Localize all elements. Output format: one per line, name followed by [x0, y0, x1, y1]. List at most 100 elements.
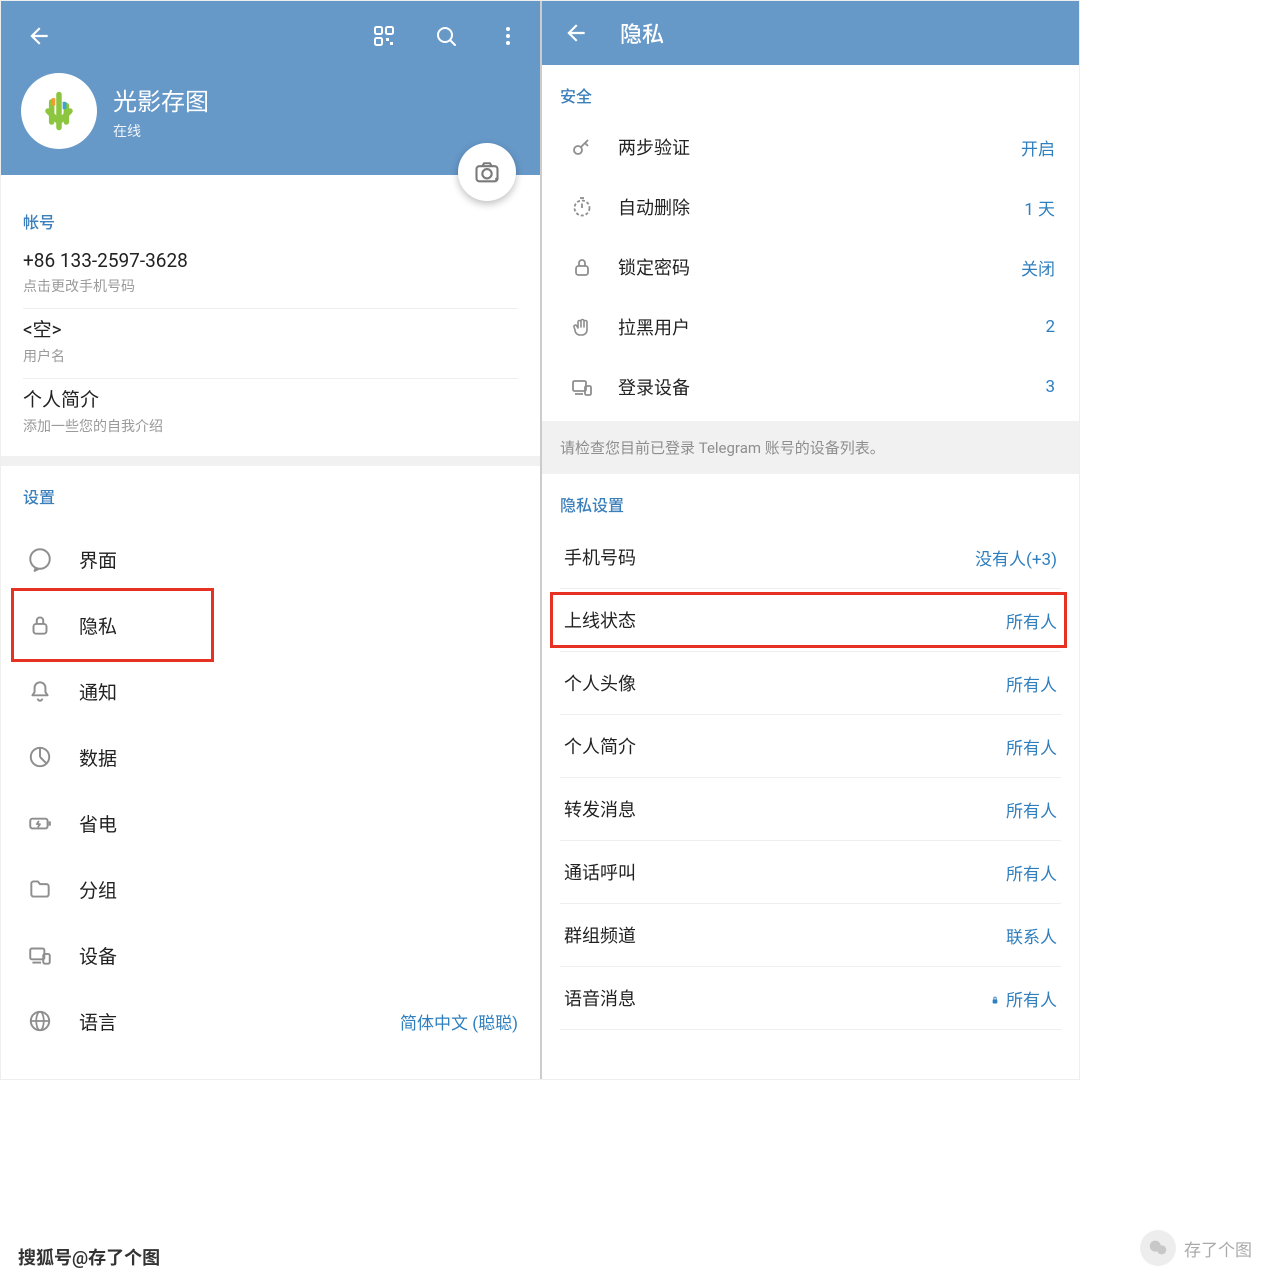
privacy-value: 所有人 — [1006, 608, 1057, 633]
more-icon[interactable] — [490, 18, 526, 54]
lock-icon — [23, 608, 57, 642]
bio-sub: 添加一些您的自我介绍 — [23, 416, 518, 448]
privacy-value: 所有人 — [988, 986, 1057, 1011]
menu-item-bell[interactable]: 通知 — [1, 658, 540, 724]
bell-icon — [23, 674, 57, 708]
privacy-label: 通话呼叫 — [564, 859, 636, 885]
privacy-label: 个人头像 — [564, 670, 636, 696]
timer-icon — [566, 191, 598, 223]
devices-icon — [23, 938, 57, 972]
security-value: 2 — [1045, 317, 1055, 337]
privacy-value: 所有人 — [1006, 860, 1057, 885]
security-label: 锁定密码 — [618, 254, 690, 280]
menu-label: 数据 — [79, 744, 117, 771]
privacy-header: 隐私 — [542, 1, 1079, 65]
profile-status: 在线 — [113, 121, 209, 141]
security-label: 自动删除 — [618, 194, 690, 220]
privacy-row[interactable]: 个人简介 所有人 — [560, 715, 1061, 778]
wechat-icon — [1140, 1230, 1176, 1266]
privacy-screen: 隐私 安全 两步验证 开启 自动删除 1 天 锁定密码 关闭 拉黑用户 2 登录… — [540, 1, 1079, 1079]
username-sub: 用户名 — [23, 346, 518, 379]
wechat-watermark: 存了个图 — [1140, 1230, 1252, 1266]
chat-icon — [23, 542, 57, 576]
phone-row[interactable]: +86 133-2597-3628 点击更改手机号码 — [23, 243, 518, 309]
privacy-label: 群组频道 — [564, 922, 636, 948]
menu-label: 语言 — [79, 1008, 117, 1035]
menu-item-lock[interactable]: 隐私 — [1, 592, 540, 658]
profile-name: 光影存图 — [113, 82, 209, 117]
menu-item-pie[interactable]: 数据 — [1, 724, 540, 790]
privacy-row[interactable]: 群组频道 联系人 — [560, 904, 1061, 967]
privacy-value: 所有人 — [1006, 671, 1057, 696]
privacy-row[interactable]: 转发消息 所有人 — [560, 778, 1061, 841]
menu-item-battery[interactable]: 省电 — [1, 790, 540, 856]
pie-icon — [23, 740, 57, 774]
privacy-row[interactable]: 上线状态 所有人 — [560, 589, 1061, 652]
back-button[interactable] — [21, 18, 57, 54]
lock-icon — [566, 251, 598, 283]
privacy-value: 所有人 — [1006, 797, 1057, 822]
security-row[interactable]: 拉黑用户 2 — [560, 297, 1061, 357]
change-photo-button[interactable] — [458, 143, 516, 201]
divider — [1, 456, 540, 466]
security-value: 关闭 — [1021, 255, 1055, 280]
security-row[interactable]: 锁定密码 关闭 — [560, 237, 1061, 297]
privacy-row[interactable]: 通话呼叫 所有人 — [560, 841, 1061, 904]
menu-item-devices[interactable]: 设备 — [1, 922, 540, 988]
menu-label: 隐私 — [79, 612, 117, 639]
security-row[interactable]: 两步验证 开启 — [560, 117, 1061, 177]
privacy-label: 手机号码 — [564, 544, 636, 570]
security-section-title: 安全 — [560, 83, 1061, 107]
privacy-value: 联系人 — [1006, 923, 1057, 948]
profile-header: 光影存图 在线 — [1, 1, 540, 175]
menu-label: 分组 — [79, 876, 117, 903]
avatar[interactable] — [21, 73, 97, 149]
hand-icon — [566, 311, 598, 343]
globe-icon — [23, 1004, 57, 1038]
menu-label: 通知 — [79, 678, 117, 705]
security-value: 开启 — [1021, 135, 1055, 160]
search-icon[interactable] — [428, 18, 464, 54]
devices-icon — [566, 371, 598, 403]
source-watermark: 搜狐号@存了个图 — [18, 1244, 160, 1270]
menu-value: 简体中文 (聪聪) — [400, 1009, 518, 1034]
username-value: <空> — [23, 309, 518, 342]
privacy-row[interactable]: 个人头像 所有人 — [560, 652, 1061, 715]
battery-icon — [23, 806, 57, 840]
privacy-label: 语音消息 — [564, 985, 636, 1011]
menu-label: 界面 — [79, 546, 117, 573]
bio-row[interactable]: 个人简介 添加一些您的自我介绍 — [23, 379, 518, 448]
settings-section-title: 设置 — [23, 484, 518, 508]
privacy-label: 转发消息 — [564, 796, 636, 822]
username-row[interactable]: <空> 用户名 — [23, 309, 518, 379]
security-row[interactable]: 自动删除 1 天 — [560, 177, 1061, 237]
privacy-row[interactable]: 手机号码 没有人(+3) — [560, 526, 1061, 589]
wechat-name: 存了个图 — [1184, 1236, 1252, 1261]
privacy-section-title: 隐私设置 — [560, 492, 1061, 516]
security-value: 1 天 — [1024, 195, 1055, 220]
menu-item-chat[interactable]: 界面 — [1, 526, 540, 592]
menu-label: 设备 — [79, 942, 117, 969]
privacy-label: 个人简介 — [564, 733, 636, 759]
security-value: 3 — [1045, 377, 1055, 397]
menu-item-folder[interactable]: 分组 — [1, 856, 540, 922]
key-icon — [566, 131, 598, 163]
privacy-value: 所有人 — [1006, 734, 1057, 759]
privacy-label: 上线状态 — [564, 607, 636, 633]
security-note: 请检查您目前已登录 Telegram 账号的设备列表。 — [542, 421, 1079, 474]
menu-item-globe[interactable]: 语言 简体中文 (聪聪) — [1, 988, 540, 1054]
security-label: 登录设备 — [618, 374, 690, 400]
privacy-row[interactable]: 语音消息 所有人 — [560, 967, 1061, 1030]
menu-label: 省电 — [79, 810, 117, 837]
privacy-value: 没有人(+3) — [975, 545, 1057, 570]
phone-sub: 点击更改手机号码 — [23, 276, 518, 309]
security-label: 拉黑用户 — [618, 314, 690, 340]
bio-label: 个人简介 — [23, 379, 518, 412]
folder-icon — [23, 872, 57, 906]
back-button[interactable] — [558, 15, 594, 51]
account-section-title: 帐号 — [23, 209, 518, 233]
page-title: 隐私 — [620, 17, 664, 49]
settings-profile-screen: 光影存图 在线 帐号 +86 133-2597-3628 点击更改手机号码 <空… — [1, 1, 540, 1079]
security-row[interactable]: 登录设备 3 — [560, 357, 1061, 417]
qr-icon[interactable] — [366, 18, 402, 54]
